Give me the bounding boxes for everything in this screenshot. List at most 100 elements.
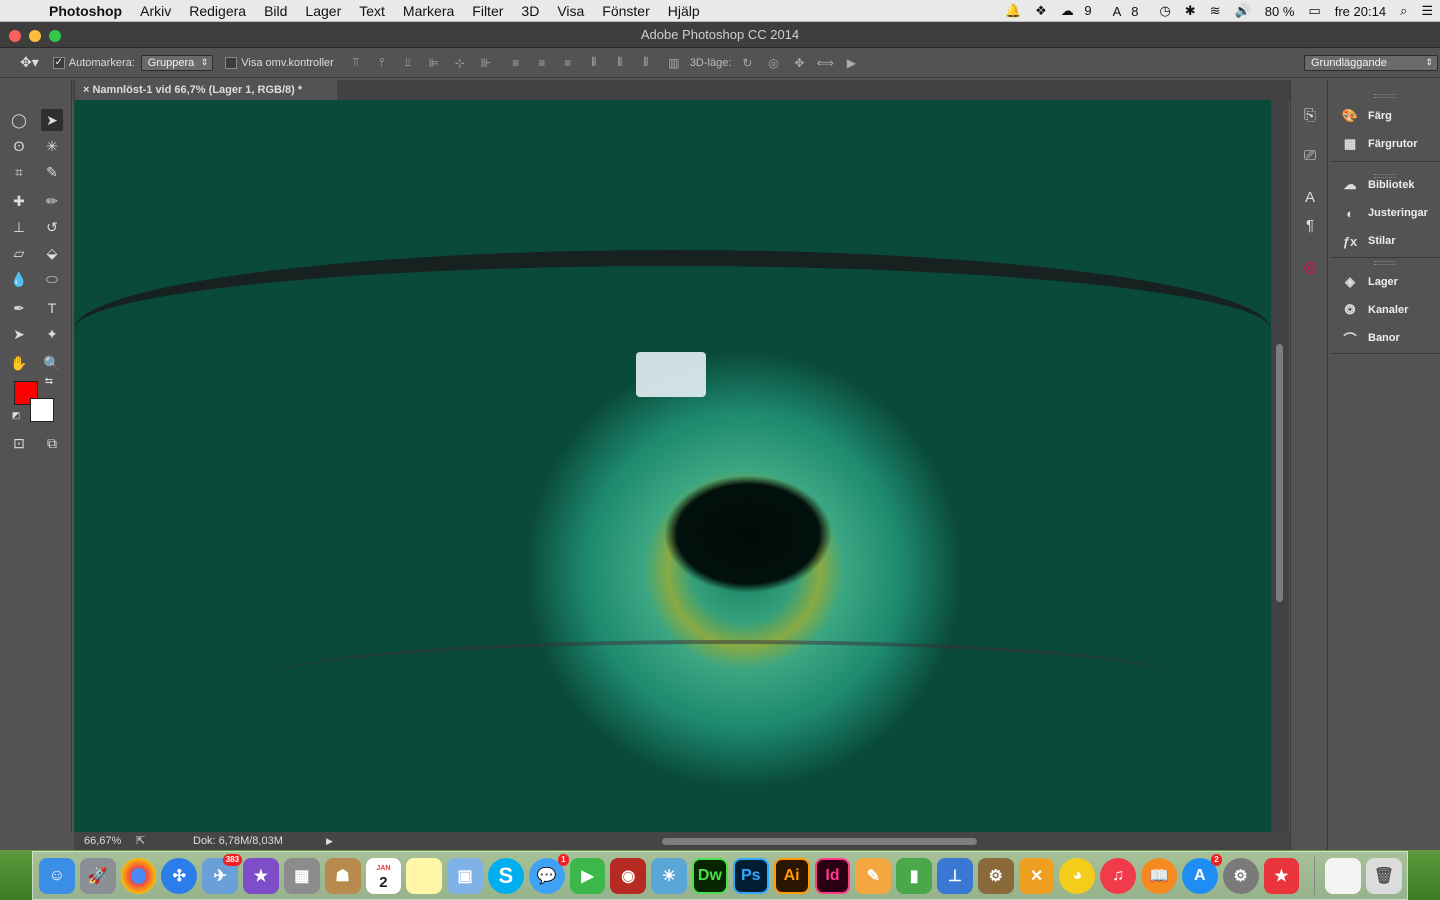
automark-select[interactable]: Gruppera [140,54,214,71]
menu-redigera[interactable]: Redigera [180,3,255,19]
blur-tool-icon[interactable]: 💧 [8,268,30,290]
pen-tool-icon[interactable]: ✒ [8,297,30,319]
chrome-icon[interactable] [120,857,157,894]
menu-text[interactable]: Text [350,3,394,19]
mail-icon[interactable]: ✈ 383 [202,853,243,894]
lasso-marquee-tool-icon[interactable]: ◯ [8,109,30,131]
dropbox-icon[interactable]: ❖ [1035,3,1047,19]
panel-grip[interactable] [1374,261,1396,265]
photoshop-icon[interactable]: Ps [732,857,769,894]
history-panel-icon[interactable]: ⎘ [1299,104,1321,126]
indesign-icon[interactable]: Id [814,857,851,894]
healing-brush-icon[interactable]: ✚ [8,190,30,212]
menu-visa[interactable]: Visa [548,3,593,19]
skype-icon[interactable]: S [487,857,524,894]
notification-center-icon[interactable]: ☰ [1421,3,1433,19]
move-tool-preset-icon[interactable]: ✥▾ [20,54,39,71]
align-right-icon[interactable]: ⊪ [476,54,496,72]
panel-paths[interactable]: ⌒ Banor [1330,324,1440,352]
itunes-icon[interactable]: ♫ [1100,857,1137,894]
keynote-icon[interactable]: ⊥ [937,857,973,894]
launchpad-icon[interactable]: 🚀 [79,857,116,894]
properties-panel-icon[interactable]: ⎚ [1299,144,1321,166]
align-hcenter-icon[interactable]: ⊹ [450,54,470,72]
safari-icon[interactable]: ✣ [161,857,198,894]
scroll-thumb[interactable] [1276,344,1283,602]
wifi-icon[interactable]: ≋ [1210,3,1221,19]
zoom-level[interactable]: 66,67% [84,832,121,850]
photo-booth-icon[interactable]: ◉ [610,857,647,894]
spotlight-icon[interactable]: ⌕ [1400,3,1407,19]
iphoto-icon[interactable]: ☀ [651,857,687,894]
swap-colors-icon[interactable]: ⇆ [42,374,56,388]
automark-checkbox[interactable]: ✓ Automarkera: [52,56,135,69]
document-canvas[interactable] [74,100,1271,832]
menu-hjalp[interactable]: Hjälp [659,3,709,19]
character-panel-icon[interactable]: A [1299,186,1321,208]
menu-bild[interactable]: Bild [255,3,296,19]
dreamweaver-icon[interactable]: Dw [692,857,728,894]
battery-percent[interactable]: 80 % [1265,4,1295,19]
crop-tool-icon[interactable]: ⌗ [8,161,30,183]
distribute-right-icon[interactable]: ⦀ [636,54,656,72]
panel-grip[interactable] [1374,94,1396,98]
distribute-left-icon[interactable]: ⦀ [584,54,604,72]
distribute-vcenter-icon[interactable]: ≡ [532,54,552,72]
clone-stamp-icon[interactable]: ⊥ [8,216,30,238]
zoom-tool-icon[interactable]: 🔍 [41,352,63,374]
align-vcenter-icon[interactable]: ⫯ [372,54,392,72]
panel-swatches[interactable]: ▦ Färgrutor [1330,130,1440,158]
3d-slide-icon[interactable]: ⟺ [815,54,835,72]
ibooks-icon[interactable]: 📖 [1141,857,1177,894]
zoom-window-button[interactable] [49,30,61,42]
panel-color[interactable]: 🎨 Färg [1330,102,1440,130]
facetime-icon[interactable]: ▶ [569,857,606,894]
horizontal-scroll-thumb[interactable] [662,838,977,845]
history-brush-icon[interactable]: ↺ [41,216,63,238]
notes-icon[interactable] [406,857,443,894]
paint-bucket-icon[interactable]: ⬙ [41,242,63,264]
align-top-icon[interactable]: ⫪ [346,54,366,72]
menu-fonster[interactable]: Fönster [593,3,658,19]
distribute-top-icon[interactable]: ≡ [506,54,526,72]
numbers-icon[interactable]: ▮ [896,857,932,894]
panel-channels[interactable]: ❂ Kanaler [1330,296,1440,324]
pages-icon[interactable]: ✎ [855,857,892,894]
background-color-swatch[interactable] [30,398,54,422]
calculator-icon[interactable]: ▦ [283,857,320,894]
volume-icon[interactable]: 🔊 [1235,3,1251,19]
documents-stack-icon[interactable] [1325,857,1362,894]
notification-bell-icon[interactable]: 🔔 [1005,3,1021,19]
distribute-bottom-icon[interactable]: ≡ [558,54,578,72]
time-machine-icon[interactable]: ◷ [1159,3,1170,19]
panel-styles[interactable]: ƒx Stilar [1330,227,1440,255]
minimize-window-button[interactable] [29,30,41,42]
panel-adjustments[interactable]: ◐ Justeringar [1330,199,1440,227]
3d-roll-icon[interactable]: ◎ [763,54,783,72]
3d-drag-icon[interactable]: ✥ [789,54,809,72]
messages-icon[interactable]: 💬 1 [528,853,569,894]
eyedropper-icon[interactable]: ✎ [41,161,63,183]
export-icon[interactable]: ⇱ [136,832,145,850]
font-icon[interactable]: A 8 [1113,4,1146,19]
panel-libraries[interactable]: ☁ Bibliotek [1330,171,1440,199]
distribute-hcenter-icon[interactable]: ⦀ [610,54,630,72]
bookmarks-icon[interactable]: ★ [1263,857,1300,894]
system-preferences-icon[interactable]: ⚙ [1222,857,1259,894]
adium-icon[interactable]: ◕ [1059,857,1096,894]
clock[interactable]: fre 20:14 [1335,4,1386,19]
3d-scale-icon[interactable]: ▶ [841,54,861,72]
finder-icon[interactable]: ☺ [39,857,75,894]
custom-shape-icon[interactable]: ✦ [41,323,63,345]
trash-icon[interactable]: 🗑 [1366,857,1402,894]
bluetooth-icon[interactable]: ✱ [1185,3,1196,19]
lasso-tool-icon[interactable]: ʘ [8,135,30,157]
app-store-icon[interactable]: A2 [1181,853,1222,894]
auto-align-icon[interactable]: ▥ [664,54,684,72]
dodge-tool-icon[interactable]: ⬭ [41,268,63,290]
status-menu-arrow-icon[interactable]: ▶ [326,832,333,850]
workspace-select[interactable]: Grundläggande [1304,54,1438,71]
hand-tool-icon[interactable]: ✋ [8,352,30,374]
menu-filter[interactable]: Filter [463,3,512,19]
path-selection-icon[interactable]: ➤ [8,323,30,345]
